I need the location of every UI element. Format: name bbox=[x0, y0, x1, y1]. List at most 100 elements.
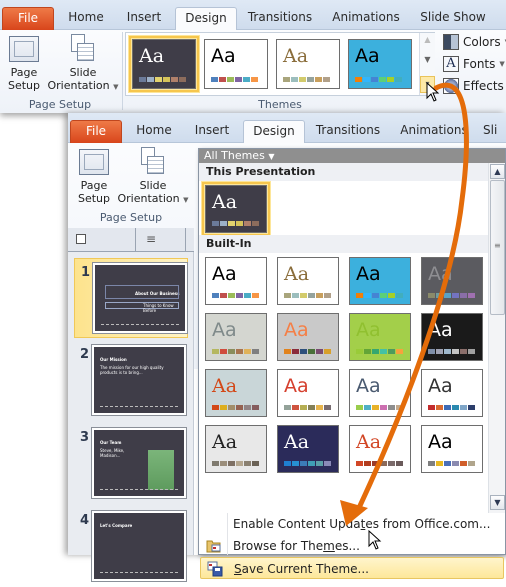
fonts-button[interactable]: A Fonts ▼ bbox=[443, 54, 505, 74]
slide-thumbnail-item[interactable]: 1 About Our Business Things to Know Before bbox=[74, 258, 188, 338]
slide-orientation-button[interactable]: Slide Orientation ▼ bbox=[116, 147, 190, 207]
color-swatch bbox=[460, 293, 467, 298]
theme-color-swatches bbox=[212, 221, 259, 226]
theme-color-swatches bbox=[212, 461, 259, 466]
section-this-presentation: This Presentation bbox=[199, 163, 489, 181]
colors-button[interactable]: Colors ▼ bbox=[443, 32, 506, 52]
color-swatch bbox=[444, 349, 451, 354]
ribbon-tab-bar: File Home Insert Design Transitions Anim… bbox=[0, 0, 506, 31]
mouse-cursor-icon bbox=[426, 82, 440, 102]
theme-color-swatches bbox=[356, 349, 403, 354]
tab-transitions[interactable]: Transitions bbox=[242, 7, 318, 30]
color-swatch bbox=[396, 349, 403, 354]
effects-button[interactable]: Effects ▼ bbox=[443, 76, 506, 96]
menu-item-label: Enable Content Upda bbox=[233, 517, 361, 531]
color-swatch bbox=[356, 349, 363, 354]
color-swatch bbox=[452, 349, 459, 354]
color-swatch bbox=[236, 461, 243, 466]
slide-orientation-button[interactable]: Slide Orientation ▼ bbox=[46, 34, 120, 94]
theme-sample-text: Aa bbox=[212, 375, 238, 397]
all-themes-header[interactable]: All Themes ▼ bbox=[199, 149, 505, 163]
tab-animations[interactable]: Animations bbox=[328, 7, 404, 30]
slide-thumbnail-item[interactable]: 2 Our Mission The mission for our high qua… bbox=[74, 341, 188, 421]
tab-insert[interactable]: Insert bbox=[186, 120, 238, 143]
themes-scrollbar[interactable]: ▲ ≡ ▼ bbox=[488, 163, 505, 513]
scroll-down-button[interactable]: ▼ bbox=[490, 495, 505, 510]
slide-photo bbox=[148, 450, 174, 490]
theme-sample-text: Aa bbox=[284, 263, 310, 285]
gallery-scroll-down-button[interactable]: ▼ bbox=[420, 55, 435, 73]
theme-thumb-builtin[interactable]: Aa bbox=[205, 313, 267, 361]
theme-color-swatches bbox=[283, 77, 330, 82]
tab-design[interactable]: Design bbox=[175, 7, 237, 31]
ribbon-window-after: File Home Insert Design Transitions Anim… bbox=[68, 113, 506, 581]
tab-file[interactable]: File bbox=[70, 120, 122, 143]
color-swatch bbox=[355, 77, 362, 82]
theme-thumb-builtin[interactable]: Aa bbox=[349, 313, 411, 361]
tab-slide-show[interactable]: Slide Show bbox=[415, 7, 491, 30]
theme-thumb-builtin[interactable]: Aa bbox=[421, 257, 483, 305]
menu-item-enable-content-updates[interactable]: Enable Content Updates from Office.com..… bbox=[200, 513, 504, 535]
color-swatch bbox=[236, 221, 243, 226]
color-swatch bbox=[212, 461, 219, 466]
theme-color-swatches bbox=[212, 405, 259, 410]
menu-item-save-current-theme[interactable]: Save Current Theme... bbox=[200, 557, 504, 579]
theme-thumb-builtin[interactable]: Aa bbox=[421, 425, 483, 473]
theme-sample-text: Aa bbox=[428, 375, 453, 397]
tab-slide-show[interactable]: Sli bbox=[483, 120, 506, 143]
theme-thumb-builtin[interactable]: Aa bbox=[205, 425, 267, 473]
tab-home[interactable]: Home bbox=[128, 120, 180, 143]
slide-thumbnail-item[interactable]: 3 Our Team Steve, Mike, Madison... bbox=[74, 424, 188, 504]
tab-design[interactable]: Design bbox=[243, 120, 305, 144]
color-swatch bbox=[308, 405, 315, 410]
theme-thumb-this-presentation[interactable]: Aa bbox=[202, 182, 270, 236]
theme-thumb-builtin[interactable]: Aa bbox=[277, 369, 339, 417]
slide-thumbnail-item[interactable]: 4 Let's Compare bbox=[74, 507, 188, 587]
color-swatch bbox=[308, 349, 315, 354]
theme-thumb-current-dark[interactable]: Aa bbox=[129, 36, 199, 92]
color-swatch bbox=[252, 293, 259, 298]
theme-thumb-builtin[interactable]: Aa bbox=[277, 313, 339, 361]
slide-body: The mission for our high quality product… bbox=[100, 365, 164, 375]
color-swatch bbox=[212, 405, 219, 410]
theme-thumb-builtin[interactable]: Aa bbox=[421, 313, 483, 361]
menu-item-browse-for-themes[interactable]: Browse for Themes... bbox=[200, 535, 504, 557]
tab-home[interactable]: Home bbox=[60, 7, 112, 30]
theme-thumb-builtin[interactable]: Aa bbox=[421, 369, 483, 417]
theme-thumb-adjacency[interactable]: Aa bbox=[276, 39, 340, 89]
theme-sample-text: Aa bbox=[428, 263, 453, 285]
theme-thumb-builtin[interactable]: Aa bbox=[277, 257, 339, 305]
color-swatch bbox=[235, 77, 242, 82]
tab-animations[interactable]: Animations bbox=[396, 120, 472, 143]
theme-sample-text: Aa bbox=[284, 431, 310, 453]
theme-thumb-angles[interactable]: Aa bbox=[348, 39, 412, 89]
tab-insert[interactable]: Insert bbox=[118, 7, 170, 30]
scroll-up-button[interactable]: ▲ bbox=[490, 164, 505, 179]
tab-transitions[interactable]: Transitions bbox=[310, 120, 386, 143]
colors-label: Colors bbox=[463, 35, 501, 49]
color-swatch bbox=[179, 77, 186, 82]
page-setup-button[interactable]: Page Setup bbox=[74, 149, 114, 205]
theme-color-swatches bbox=[211, 77, 258, 82]
color-swatch bbox=[380, 349, 387, 354]
theme-thumb-builtin[interactable]: Aa bbox=[205, 257, 267, 305]
theme-thumb-builtin[interactable]: Aa bbox=[349, 369, 411, 417]
theme-thumb-builtin[interactable]: Aa bbox=[349, 425, 411, 473]
theme-thumb-builtin[interactable]: Aa bbox=[205, 369, 267, 417]
page-setup-button[interactable]: Page Setup bbox=[4, 36, 44, 92]
color-swatch bbox=[428, 349, 435, 354]
tab-file[interactable]: File bbox=[2, 7, 54, 30]
fonts-label: Fonts bbox=[463, 57, 496, 71]
theme-thumb-builtin[interactable]: Aa bbox=[277, 425, 339, 473]
slides-tab[interactable] bbox=[68, 228, 136, 252]
color-swatch bbox=[436, 293, 443, 298]
gallery-scroll-up-button[interactable]: ▲ bbox=[420, 35, 435, 53]
theme-thumb-office[interactable]: Aa bbox=[204, 39, 268, 89]
menu-item-label: m bbox=[323, 539, 335, 553]
outline-tab[interactable]: ≡ bbox=[136, 228, 186, 252]
color-swatch bbox=[364, 349, 371, 354]
slide-orientation-label-line1: Slide bbox=[139, 179, 167, 192]
color-swatch bbox=[395, 77, 402, 82]
scrollbar-thumb[interactable]: ≡ bbox=[490, 180, 505, 315]
theme-thumb-builtin[interactable]: Aa bbox=[349, 257, 411, 305]
